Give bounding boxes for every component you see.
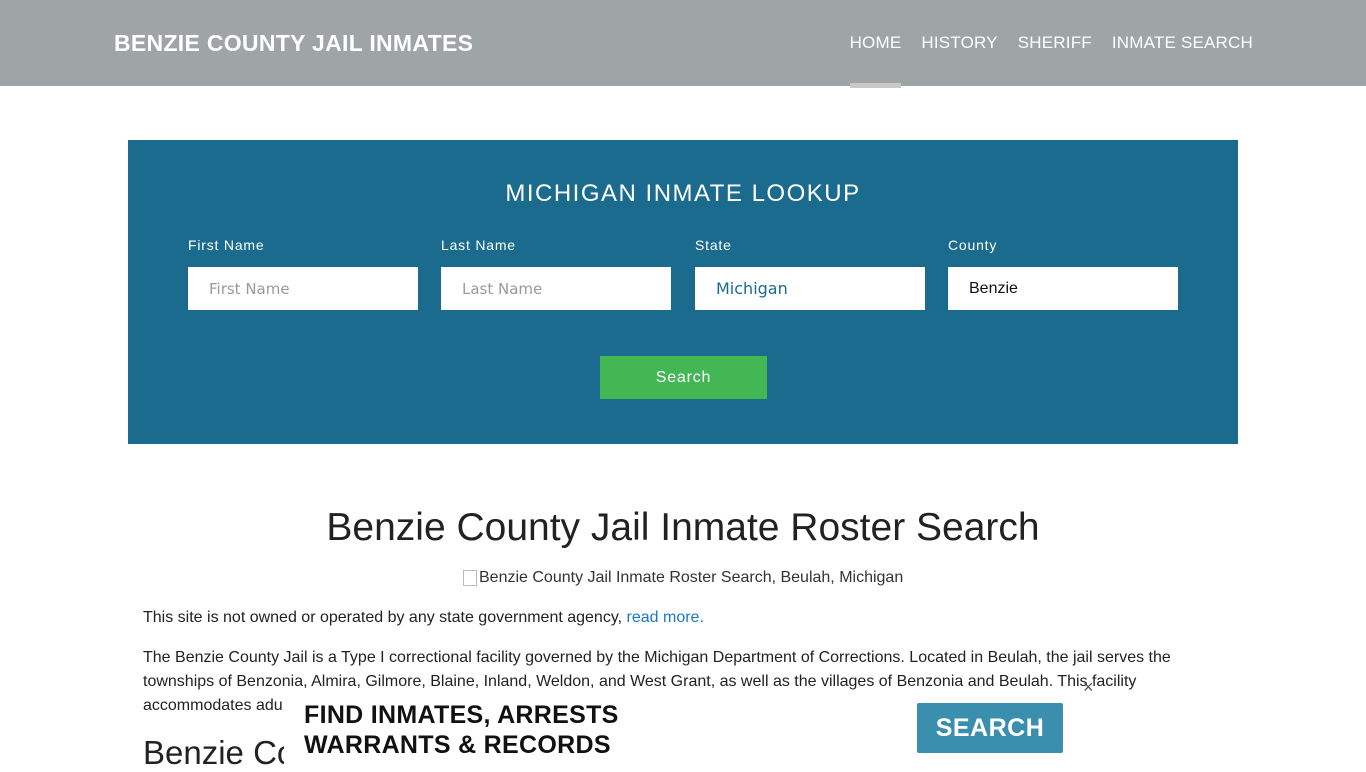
section-heading: Benzie Co	[143, 734, 296, 771]
page-title: Benzie County Jail Inmate Roster Search	[326, 506, 1040, 549]
nav-home[interactable]: HOME	[849, 33, 902, 88]
nav-history[interactable]: HISTORY	[921, 33, 997, 53]
roster-image: Benzie County Jail Inmate Roster Search,…	[463, 569, 903, 587]
state-field-group: State Michigan	[695, 237, 925, 310]
ad-banner: FIND INMATES, ARRESTS WARRANTS & RECORDS…	[284, 692, 1084, 768]
ad-search-button[interactable]: SEARCH	[917, 703, 1063, 753]
lookup-title: MICHIGAN INMATE LOOKUP	[505, 180, 861, 207]
nav-sheriff[interactable]: SHERIFF	[1018, 33, 1092, 53]
state-label: State	[695, 237, 732, 253]
last-name-label: Last Name	[441, 237, 516, 253]
ad-headline-line-2: WARRANTS & RECORDS	[304, 731, 611, 759]
county-input[interactable]	[948, 267, 1178, 310]
site-header: BENZIE COUNTY JAIL INMATES HOME HISTORY …	[0, 0, 1366, 88]
last-name-input[interactable]	[441, 267, 671, 310]
main-nav: HOME HISTORY SHERIFF INMATE SEARCH	[849, 33, 1253, 88]
ad-headline: FIND INMATES, ARRESTS WARRANTS & RECORDS	[304, 700, 619, 760]
read-more-link[interactable]: read more.	[627, 609, 704, 626]
first-name-field-group: First Name	[188, 237, 418, 310]
inmate-lookup-panel: MICHIGAN INMATE LOOKUP First Name Last N…	[128, 140, 1238, 444]
last-name-field-group: Last Name	[441, 237, 671, 310]
disclaimer-text: This site is not owned or operated by an…	[143, 609, 627, 626]
search-button[interactable]: Search	[600, 356, 767, 399]
nav-inmate-search[interactable]: INMATE SEARCH	[1112, 33, 1253, 53]
site-brand-link[interactable]: BENZIE COUNTY JAIL INMATES	[114, 30, 473, 57]
first-name-label: First Name	[188, 237, 265, 253]
first-name-input[interactable]	[188, 267, 418, 310]
roster-image-alt-text: Benzie County Jail Inmate Roster Search,…	[479, 569, 904, 586]
ad-headline-line-1: FIND INMATES, ARRESTS	[304, 701, 619, 729]
disclaimer-paragraph: This site is not owned or operated by an…	[143, 606, 1223, 630]
county-label: County	[948, 237, 998, 253]
ad-close-icon[interactable]: ×	[1083, 677, 1094, 697]
state-select[interactable]: Michigan	[695, 267, 925, 310]
broken-image-icon	[463, 570, 477, 586]
county-field-group: County	[948, 237, 1178, 310]
